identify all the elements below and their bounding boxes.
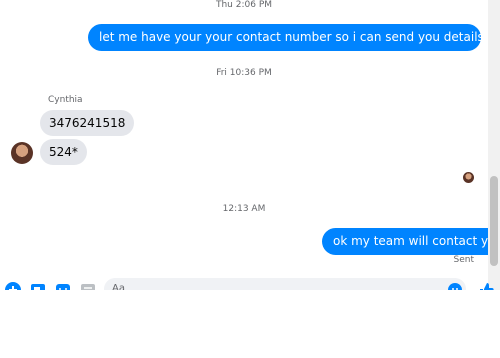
image-icon[interactable] bbox=[30, 282, 46, 290]
seen-avatar bbox=[463, 172, 474, 183]
timestamp: Thu 2:06 PM bbox=[215, 0, 273, 10]
chat-thread: Thu 2:06 PM let me have your your contac… bbox=[0, 0, 488, 290]
plus-icon[interactable] bbox=[5, 282, 21, 290]
scrollbar-thumb[interactable] bbox=[490, 176, 498, 266]
message-input[interactable]: Aa bbox=[104, 278, 466, 290]
thumbs-up-icon[interactable] bbox=[478, 282, 494, 290]
sticker-icon[interactable] bbox=[55, 282, 71, 290]
outgoing-message[interactable]: ok my team will contact you bbox=[322, 228, 488, 255]
avatar[interactable] bbox=[11, 142, 33, 164]
gif-icon[interactable] bbox=[80, 282, 96, 290]
incoming-message[interactable]: 524* bbox=[40, 139, 87, 165]
timestamp: 12:13 AM bbox=[222, 204, 266, 214]
composer: Aa bbox=[0, 276, 500, 290]
emoji-icon[interactable] bbox=[447, 282, 463, 290]
timestamp: Fri 10:36 PM bbox=[216, 68, 272, 78]
sender-name: Cynthia bbox=[48, 95, 83, 105]
message-status: Sent bbox=[453, 255, 474, 265]
scrollbar[interactable] bbox=[488, 0, 500, 290]
incoming-message[interactable]: 3476241518 bbox=[40, 110, 135, 136]
outgoing-message[interactable]: let me have your your contact number so … bbox=[88, 24, 488, 51]
